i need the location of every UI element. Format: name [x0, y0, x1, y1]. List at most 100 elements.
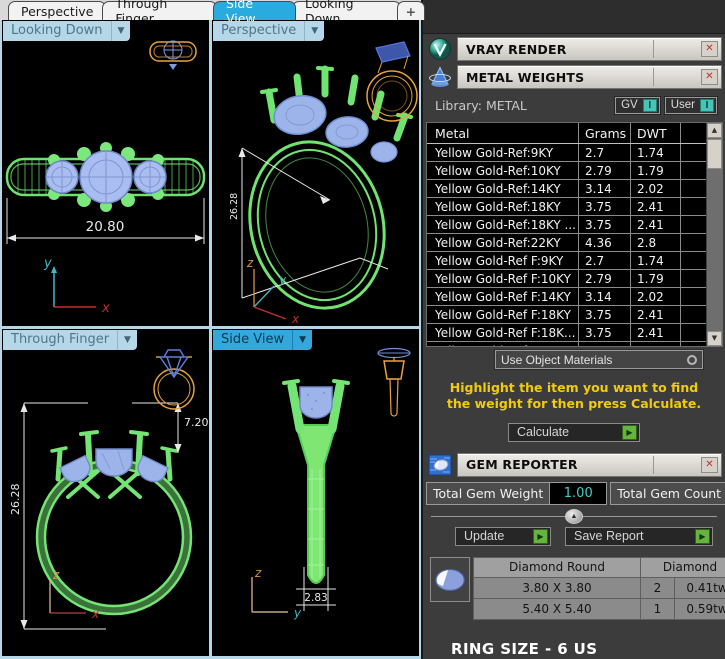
viewport-side-view[interactable]: 2.83 z y [212, 329, 419, 656]
side-view-canvas[interactable]: 2.83 z y [212, 329, 419, 656]
viewport-menu-dropdown[interactable]: ▼ [292, 330, 312, 350]
tab-side-view[interactable]: Side View [213, 1, 296, 20]
metal-table-row[interactable]: Yellow Gold-Ref:18KY3.752.41 [427, 198, 706, 216]
looking-down-canvas[interactable]: 20.80 y x [2, 20, 209, 326]
gv-button[interactable]: GV I [615, 97, 660, 114]
use-object-materials-button[interactable]: Use Object Materials [495, 350, 703, 369]
weight-instruction-text: Highlight the item you want to find the … [423, 372, 725, 415]
metal-table-row[interactable]: Yellow Gold-Ref F:18KY3.752.41 [427, 306, 706, 324]
metal-table-row[interactable]: Yellow Gold-Ref:22KY4.362.8 [427, 234, 706, 252]
metal-table-row[interactable]: Yellow Gold-Ref:10KY2.791.79 [427, 162, 706, 180]
cell-grams: 4.36 [579, 234, 631, 251]
user-toggle[interactable]: I [700, 99, 714, 112]
total-gem-weight-label: Total Gem Weight [427, 483, 550, 504]
cell-dwt: 1.79 [631, 270, 681, 287]
through-finger-canvas[interactable]: 7.20 26.28 z x [2, 329, 209, 656]
metal-table-row[interactable]: Yellow Gold-Ref F:10KY2.791.79 [427, 270, 706, 288]
add-tab-button[interactable]: + [397, 1, 425, 20]
metal-table-row[interactable]: Yellow Gold-Ref F:22KY4.362.8 [427, 342, 706, 346]
tab-through-finger[interactable]: Through Finger [102, 1, 217, 20]
panel-title: METAL WEIGHTS [458, 70, 584, 85]
metal-weights-title-bar[interactable]: METAL WEIGHTS ✕ [457, 65, 722, 89]
collapse-button[interactable]: ▲ [565, 509, 583, 524]
svg-text:z: z [52, 568, 60, 582]
radio-icon [687, 355, 697, 365]
gem-totals-row: Total Gem Weight 1.00 Total Gem Count 3 [423, 482, 725, 505]
viewport-through-finger[interactable]: 7.20 26.28 z x [2, 329, 209, 656]
go-arrow-icon: ▶ [533, 529, 548, 544]
gv-toggle[interactable]: I [643, 99, 657, 112]
cell-grams: 3.75 [579, 216, 631, 233]
vray-render-title-bar[interactable]: VRAY RENDER ✕ [457, 37, 722, 61]
col-header-grams[interactable]: Grams [579, 123, 631, 143]
vray-render-icon[interactable] [423, 36, 457, 62]
metal-weights-icon[interactable] [423, 64, 457, 90]
cell-dwt: 1.74 [631, 252, 681, 269]
metal-table-row[interactable]: Yellow Gold-Ref F:14KY3.142.02 [427, 288, 706, 306]
gem-reporter-title-bar[interactable]: GEM REPORTER ✕ [457, 453, 722, 477]
calculate-button[interactable]: Calculate ▶ [508, 423, 640, 442]
metal-table-row[interactable]: Yellow Gold-Ref F:18K...3.752.41 [427, 324, 706, 342]
close-icon[interactable]: ✕ [701, 41, 718, 57]
metal-table-row[interactable]: Yellow Gold-Ref:9KY2.71.74 [427, 144, 706, 162]
scrollbar-track[interactable] [707, 169, 722, 331]
gem-table-row[interactable]: 3.80 X 3.80 2 0.41tw ▶ [473, 578, 725, 599]
library-label: Library: METAL [435, 98, 527, 113]
app-window: Perspective Through Finger Side View Loo… [0, 0, 725, 659]
ring-thumbnail-icon [378, 349, 410, 417]
scroll-up-icon[interactable]: ▲ [707, 123, 722, 138]
viewport-looking-down[interactable]: 20.80 y x [2, 20, 209, 326]
close-icon[interactable]: ✕ [701, 69, 718, 85]
svg-text:26.28: 26.28 [229, 193, 240, 220]
col-header-dwt[interactable]: DWT [631, 123, 681, 143]
cell-metal: Yellow Gold-Ref:10KY [427, 162, 579, 179]
tab-looking-down[interactable]: Looking Down [292, 1, 401, 20]
metal-table-header: Metal Grams DWT [427, 123, 706, 144]
viewport-perspective[interactable]: 26.28 z y x [212, 20, 419, 326]
cell-metal: Yellow Gold-Ref:18KY ... [427, 216, 579, 233]
perspective-canvas[interactable]: 26.28 z y x [212, 20, 419, 326]
cell-grams: 3.75 [579, 198, 631, 215]
gem-count-cell: 1 [640, 599, 675, 620]
update-button[interactable]: Update ▶ [455, 527, 551, 546]
svg-text:x: x [291, 312, 300, 326]
use-object-materials-label: Use Object Materials [501, 353, 612, 367]
save-report-label: Save Report [574, 529, 643, 543]
metal-table-row[interactable]: Yellow Gold-Ref:14KY3.142.02 [427, 180, 706, 198]
gem-size-cell: 3.80 X 3.80 [473, 578, 641, 599]
cell-metal: Yellow Gold-Ref F:14KY [427, 288, 579, 305]
use-object-materials-row: Use Object Materials [423, 347, 725, 372]
ring-thumbnail-icon [150, 41, 196, 70]
cell-dwt: 2.02 [631, 288, 681, 305]
save-report-button[interactable]: Save Report ▶ [565, 527, 713, 546]
viewport-menu-dropdown[interactable]: ▼ [117, 330, 137, 350]
close-icon[interactable]: ✕ [701, 457, 718, 473]
svg-text:y: y [278, 273, 287, 287]
cell-grams: 3.75 [579, 306, 631, 323]
tab-perspective[interactable]: Perspective [8, 1, 106, 20]
viewport-menu-dropdown[interactable]: ▼ [304, 21, 324, 41]
gem-reporter-icon[interactable] [423, 452, 457, 478]
viewport-menu-dropdown[interactable]: ▼ [111, 21, 131, 41]
gem-weight-cell: 0.59tw [674, 599, 725, 620]
svg-text:2.83: 2.83 [304, 592, 327, 604]
cell-metal: Yellow Gold-Ref F:18KY [427, 306, 579, 323]
title-bar-divider [653, 68, 654, 86]
title-bar-divider [653, 40, 654, 58]
viewport-grid: 20.80 y x [0, 20, 421, 659]
metal-table-row[interactable]: Yellow Gold-Ref F:9KY2.71.74 [427, 252, 706, 270]
gem-type-header: Diamond Round [473, 557, 641, 578]
cell-grams: 3.14 [579, 180, 631, 197]
calculate-label: Calculate [517, 425, 569, 439]
col-header-metal[interactable]: Metal [427, 123, 579, 143]
total-gem-weight-value: 1.00 [550, 483, 606, 504]
ring-top-view-model [7, 142, 204, 212]
calculate-row: Calculate ▶ [423, 423, 725, 442]
metal-table-row[interactable]: Yellow Gold-Ref:18KY ...3.752.41 [427, 216, 706, 234]
scrollbar-thumb[interactable] [707, 139, 722, 169]
table-scrollbar[interactable]: ▲ ▼ [706, 123, 722, 346]
user-button[interactable]: User I [665, 97, 717, 114]
scroll-down-icon[interactable]: ▼ [707, 331, 722, 346]
gem-icon [430, 557, 470, 602]
gem-table-row[interactable]: 5.40 X 5.40 1 0.59tw ▶ [473, 599, 725, 620]
